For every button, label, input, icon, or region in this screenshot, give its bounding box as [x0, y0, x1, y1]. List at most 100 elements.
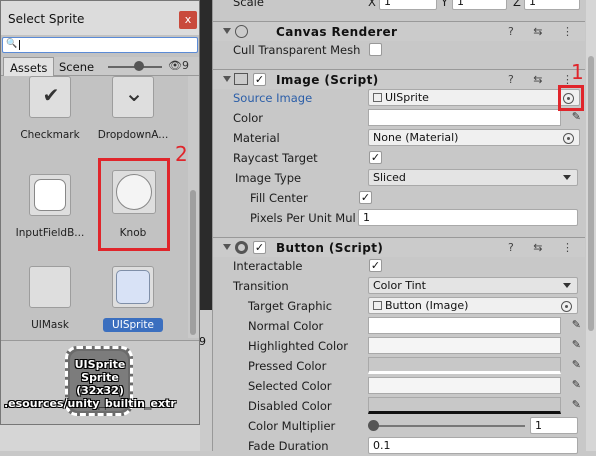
target-graphic-field[interactable]: Button (Image) — [368, 297, 578, 314]
canvas-renderer-header[interactable]: Canvas Renderer ? ⇆ ⋮ — [213, 21, 585, 41]
eyedropper-icon[interactable]: ✎ — [572, 358, 581, 371]
interactable-row: Interactable ✓ — [213, 256, 585, 276]
eyedropper-icon[interactable]: ✎ — [572, 378, 581, 391]
component-header-icons[interactable]: ? ⇆ ⋮ — [508, 25, 581, 38]
window-title: Select Sprite — [8, 12, 85, 26]
source-image-label: Source Image — [233, 91, 313, 105]
target-graphic-row: Target Graphic Button (Image) — [213, 296, 585, 316]
eyedropper-icon[interactable]: ✎ — [572, 338, 581, 351]
cull-row: Cull Transparent Mesh — [213, 40, 585, 60]
sprite-item-ui-sprite[interactable]: UISprite — [93, 264, 173, 338]
canvas-renderer-icon — [235, 25, 248, 38]
scale-x-label: X — [368, 0, 376, 9]
image-type-dropdown[interactable]: Sliced — [368, 169, 578, 186]
normal-color-swatch[interactable] — [368, 317, 561, 334]
source-image-field[interactable]: UISprite — [368, 89, 580, 106]
sprite-icon — [373, 93, 382, 102]
image-enabled-checkbox[interactable]: ✓ — [253, 73, 266, 86]
scale-z-label: Z — [513, 0, 521, 9]
select-sprite-titlebar[interactable]: Select Sprite — [1, 1, 199, 35]
normal-color-row: Normal Color ✎ — [213, 316, 585, 336]
canvas-renderer-title: Canvas Renderer — [276, 25, 398, 39]
color-multiplier-slider-knob[interactable] — [368, 420, 379, 431]
pressed-color-row: Pressed Color ✎ — [213, 356, 585, 376]
foldout-arrow-icon[interactable] — [223, 76, 231, 82]
sprite-item-checkmark[interactable]: ✔ Checkmark — [10, 76, 90, 162]
color-multiplier-field[interactable]: 1 — [530, 417, 578, 434]
sprite-item-dropdown-arrow[interactable]: ⌄ DropdownA... — [93, 76, 173, 162]
inspector-panel: Scale X 1 Y 1 Z 1 Canvas Renderer ? ⇆ ⋮ … — [212, 0, 596, 454]
color-multiplier-slider-track[interactable] — [373, 425, 525, 427]
sprite-item-label: InputFieldB... — [15, 227, 85, 239]
sprite-item-label: DropdownA... — [97, 129, 169, 141]
sprite-grid-scrollbar-thumb[interactable] — [190, 190, 196, 335]
selected-color-swatch[interactable] — [368, 377, 561, 394]
search-icon: 🔍 — [6, 39, 18, 49]
chevron-down-icon — [563, 283, 571, 288]
button-component-header[interactable]: ✓ Button (Script) ? ⇆ ⋮ — [213, 237, 585, 257]
input-field-background-icon — [29, 174, 71, 216]
annotation-number-two: 2 — [175, 142, 188, 166]
image-icon — [373, 301, 382, 310]
scale-y-field[interactable]: 1 — [452, 0, 507, 10]
color-swatch[interactable] — [368, 109, 561, 126]
hidden-count-value: 9 — [181, 59, 189, 72]
transition-value: Color Tint — [373, 279, 426, 292]
hidden-count[interactable]: 👁9 — [168, 59, 189, 72]
button-enabled-checkbox[interactable]: ✓ — [253, 241, 266, 254]
tab-assets[interactable]: Assets — [3, 57, 55, 76]
chevron-down-icon — [563, 175, 571, 180]
raycast-checkbox[interactable]: ✓ — [369, 151, 382, 164]
interactable-checkbox[interactable]: ✓ — [369, 259, 382, 272]
highlighted-color-swatch[interactable] — [368, 337, 561, 354]
color-row: Color ✎ — [213, 108, 585, 128]
ppu-field[interactable]: 1 — [358, 209, 578, 226]
foldout-arrow-icon[interactable] — [223, 28, 231, 34]
object-picker-icon[interactable] — [563, 133, 574, 144]
target-graphic-label: Target Graphic — [248, 299, 333, 313]
cull-checkbox[interactable] — [369, 43, 382, 56]
eyedropper-icon[interactable]: ✎ — [572, 398, 581, 411]
fade-duration-field[interactable]: 0.1 — [368, 437, 578, 454]
tab-scene[interactable]: Scene — [53, 57, 100, 76]
scale-z-field[interactable]: 1 — [524, 0, 580, 10]
search-input[interactable]: 🔍 — [2, 37, 198, 53]
eyedropper-icon[interactable]: ✎ — [572, 110, 581, 123]
image-component-header[interactable]: ✓ Image (Script) ? ⇆ ⋮ — [213, 69, 585, 89]
sprite-item-label-selected: UISprite — [103, 318, 163, 332]
disabled-color-swatch[interactable] — [368, 397, 561, 414]
transition-dropdown[interactable]: Color Tint — [368, 277, 578, 294]
component-header-icons[interactable]: ? ⇆ ⋮ — [508, 241, 581, 254]
annotation-box-knob — [98, 158, 170, 251]
close-button[interactable]: x — [179, 11, 197, 29]
pressed-color-swatch[interactable] — [368, 357, 561, 374]
ui-sprite-thumb — [116, 270, 150, 304]
eye-slash-icon: 👁 — [168, 59, 182, 72]
thumbnail-size-slider-knob[interactable] — [134, 61, 144, 71]
foldout-arrow-icon[interactable] — [223, 244, 231, 250]
source-image-value: UISprite — [385, 91, 429, 104]
checkmark-icon: ✔ — [29, 76, 71, 118]
image-component-title: Image (Script) — [276, 73, 379, 87]
ppu-row: Pixels Per Unit Mul 1 — [213, 208, 585, 228]
inspector-scrollbar-thumb[interactable] — [588, 56, 594, 331]
sprite-item-ui-mask[interactable]: UIMask — [10, 264, 90, 338]
highlighted-color-row: Highlighted Color ✎ — [213, 336, 585, 356]
object-picker-icon[interactable] — [561, 301, 572, 312]
color-multiplier-row: Color Multiplier 1 — [213, 416, 585, 436]
image-icon — [234, 73, 248, 85]
fill-center-label: Fill Center — [250, 191, 308, 205]
material-field[interactable]: None (Material) — [368, 129, 580, 146]
ui-mask-icon — [29, 266, 71, 308]
dropdown-glyph: ⌄ — [123, 79, 145, 107]
button-component-title: Button (Script) — [276, 241, 384, 255]
fill-center-checkbox[interactable]: ✓ — [359, 191, 372, 204]
dropdown-arrow-icon: ⌄ — [112, 76, 154, 118]
sprite-item-input-field-background[interactable]: InputFieldB... — [10, 170, 90, 260]
color-multiplier-label: Color Multiplier — [248, 419, 336, 433]
annotation-box-picker — [558, 85, 584, 111]
scale-x-field[interactable]: 1 — [379, 0, 437, 10]
eyedropper-icon[interactable]: ✎ — [572, 318, 581, 331]
preview-name: UISprite — [74, 358, 126, 371]
sprite-item-label: Checkmark — [20, 129, 80, 141]
